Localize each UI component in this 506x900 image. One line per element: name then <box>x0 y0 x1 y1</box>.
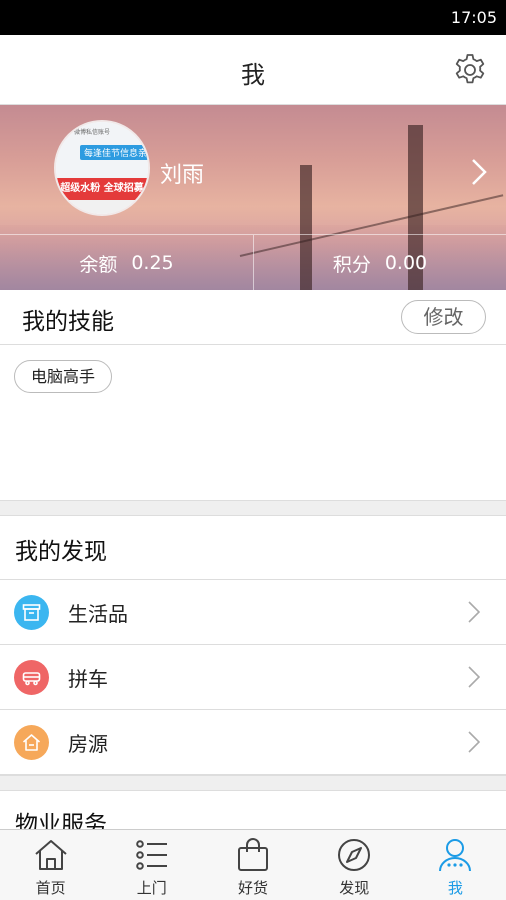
points-cell[interactable]: 积分 0.00 <box>253 235 506 290</box>
avatar-small-text: 微博私信账号 <box>74 129 111 136</box>
profile-banner[interactable]: 微博私信账号 每逢佳节信息亲 超级水粉 全球招募 刘雨 余额 0.25 积分 0… <box>0 105 506 290</box>
gear-icon <box>455 54 485 84</box>
list-item-carpool[interactable]: 拼车 <box>0 645 506 710</box>
tab-door-service[interactable]: 上门 <box>101 830 202 900</box>
car-icon <box>14 660 49 695</box>
tab-discover[interactable]: 发现 <box>304 830 405 900</box>
tab-label: 发现 <box>339 879 370 897</box>
list-item-housing[interactable]: 房源 <box>0 710 506 775</box>
skill-tag[interactable]: 电脑高手 <box>14 360 113 393</box>
list-item-label: 生活品 <box>68 602 128 626</box>
discover-title: 我的发现 <box>15 539 107 565</box>
status-bar: 17:05 <box>0 0 506 35</box>
skills-header: 我的技能 修改 <box>0 290 506 345</box>
list-item-label: 房源 <box>68 732 108 756</box>
avatar[interactable]: 微博私信账号 每逢佳节信息亲 超级水粉 全球招募 <box>54 120 150 216</box>
skills-title: 我的技能 <box>22 309 114 335</box>
list-item-daily-goods[interactable]: 生活品 <box>0 580 506 645</box>
tab-me[interactable]: 我 <box>405 830 506 900</box>
user-name: 刘雨 <box>160 163 205 188</box>
status-time: 17:05 <box>450 8 497 27</box>
skills-body: 电脑高手 <box>0 345 506 500</box>
list-item-label: 拼车 <box>68 667 108 691</box>
person-icon <box>439 839 472 872</box>
balance-value: 0.25 <box>131 252 174 274</box>
tab-label: 首页 <box>35 879 66 897</box>
compass-icon <box>338 839 371 871</box>
profile-arrow-button[interactable] <box>470 157 488 187</box>
points-label: 积分 <box>332 253 371 276</box>
edit-skills-button[interactable]: 修改 <box>401 300 486 334</box>
section-gap <box>0 775 506 791</box>
balance-row: 余额 0.25 积分 0.00 <box>0 234 506 290</box>
settings-button[interactable] <box>452 52 488 88</box>
box-icon <box>14 595 49 630</box>
chevron-right-icon <box>472 159 487 185</box>
house-icon <box>14 725 49 760</box>
list-icon <box>135 840 167 870</box>
chevron-right-icon <box>468 666 480 688</box>
title-bar: 我 <box>0 35 506 105</box>
balance-label: 余额 <box>79 253 118 276</box>
tab-label: 上门 <box>136 879 167 897</box>
bottom-tab-bar: 首页 上门 好货 发现 我 <box>0 829 506 900</box>
chevron-right-icon <box>468 601 480 623</box>
tab-home[interactable]: 首页 <box>0 830 101 900</box>
section-gap <box>0 500 506 516</box>
page-title: 我 <box>241 61 265 89</box>
discover-header: 我的发现 <box>0 516 506 580</box>
shopping-bag-icon <box>238 838 268 871</box>
chevron-right-icon <box>468 731 480 753</box>
avatar-image-bottom <box>56 200 148 214</box>
tab-label: 我 <box>447 879 463 897</box>
balance-cell[interactable]: 余额 0.25 <box>0 235 253 290</box>
avatar-band: 超级水粉 全球招募 <box>56 178 148 200</box>
tab-label: 好货 <box>238 879 269 897</box>
tab-goods[interactable]: 好货 <box>202 830 303 900</box>
points-value: 0.00 <box>384 252 428 274</box>
avatar-label: 每逢佳节信息亲 <box>80 145 148 160</box>
home-icon <box>34 840 67 870</box>
